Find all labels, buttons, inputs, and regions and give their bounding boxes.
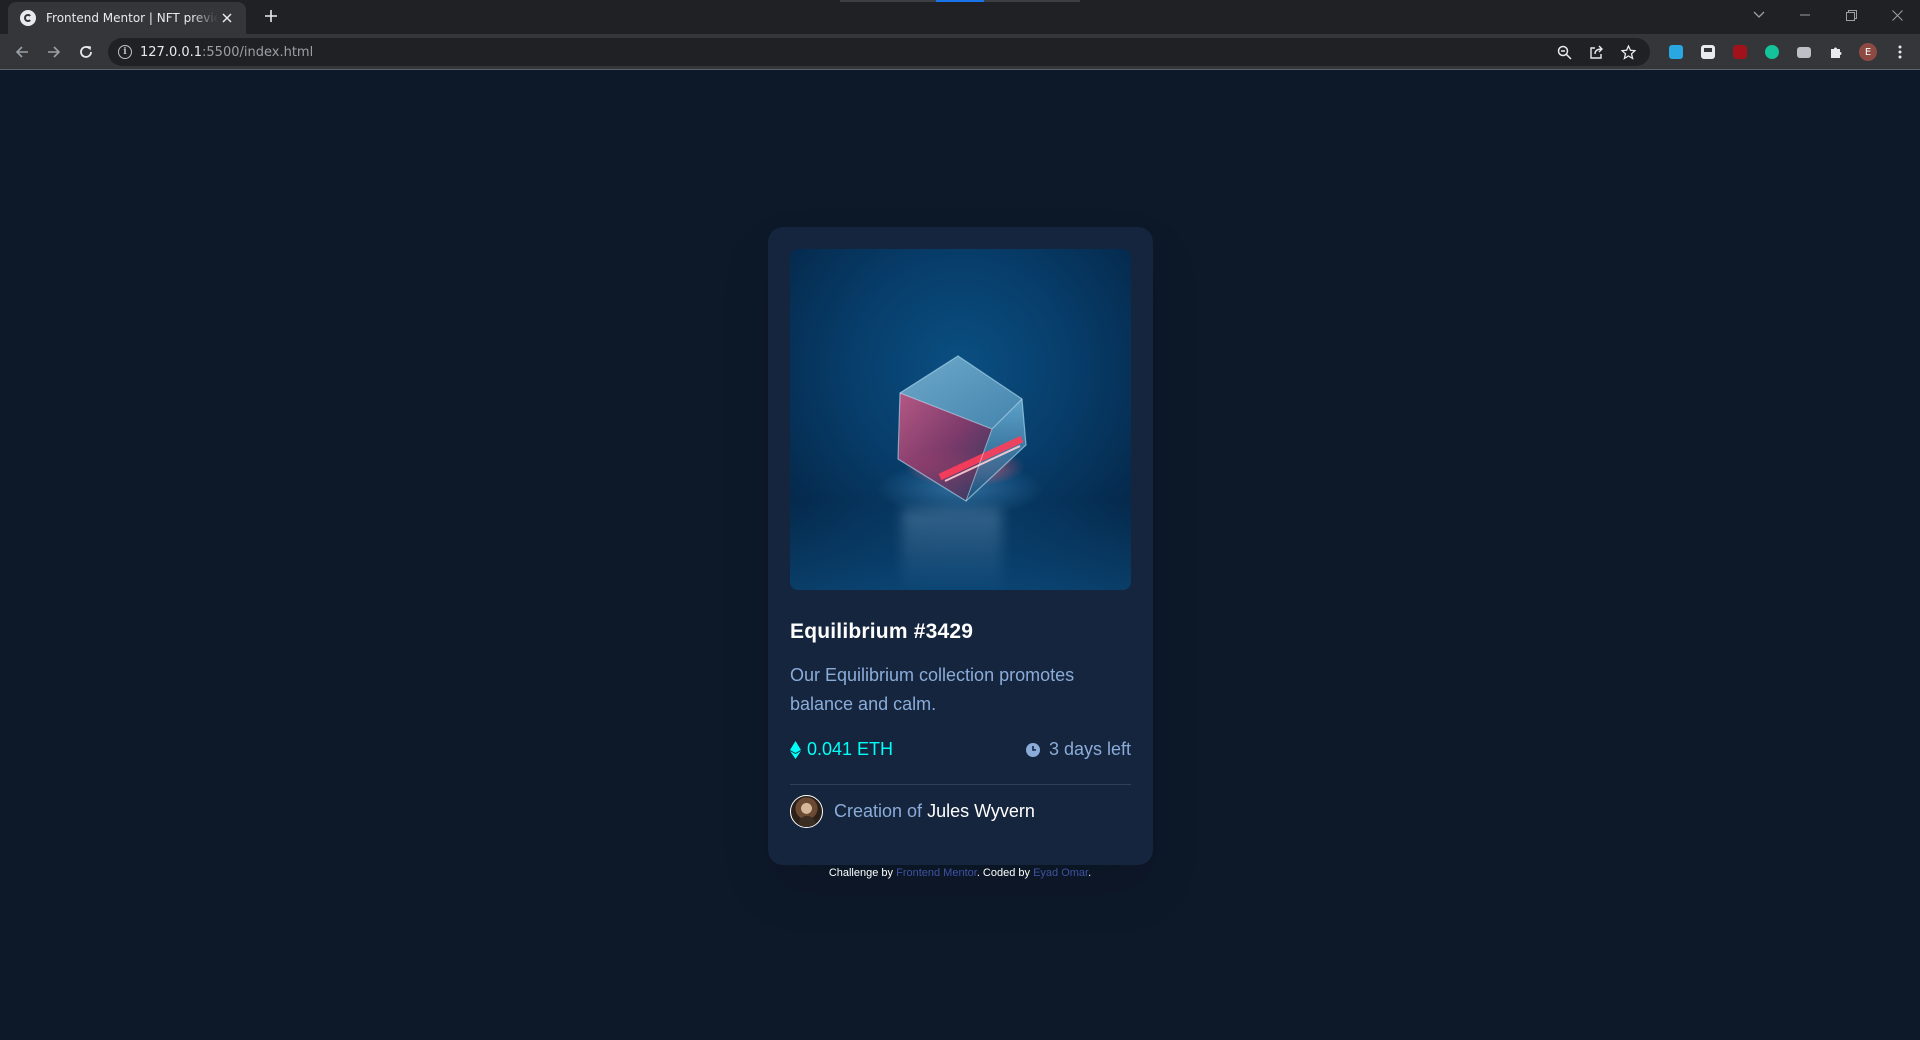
time-left: 3 days left [1025,739,1131,760]
extension-camera-icon[interactable] [1788,38,1820,66]
creator: Creation of Jules Wyvern [790,795,1131,828]
creator-name-link[interactable]: Jules Wyvern [927,801,1035,822]
url-text[interactable]: 127.0.0.1:5500/index.html [140,45,313,60]
browser-tab-bar: Frontend Mentor | NFT preview card compo… [0,0,1920,34]
browser-toolbar: i 127.0.0.1:5500/index.html E [0,34,1920,70]
time-left-value: 3 days left [1048,739,1131,759]
tab-title: Frontend Mentor | NFT preview card compo… [46,11,218,25]
minimize-button[interactable] [1782,0,1828,30]
share-icon[interactable] [1580,38,1612,66]
tab-favicon-icon [20,10,36,26]
creator-avatar [790,795,823,828]
cube-image [897,355,1027,502]
tab-search-indicator [840,0,1080,2]
price: 0.041 ETH [790,739,893,760]
close-window-button[interactable] [1874,0,1920,30]
extensions-puzzle-icon[interactable] [1820,38,1852,66]
tab-search-chevron-icon[interactable] [1736,0,1782,30]
browser-menu-icon[interactable] [1884,38,1916,66]
author-link[interactable]: Eyad Omar [1033,867,1088,879]
site-info-icon[interactable]: i [118,45,132,59]
clock-icon [1025,742,1040,757]
back-button[interactable] [8,38,36,66]
frontend-mentor-link[interactable]: Frontend Mentor [896,867,977,879]
extension-translate-icon[interactable] [1660,38,1692,66]
divider [790,784,1131,785]
nft-title[interactable]: Equilibrium #3429 [790,620,1131,644]
new-tab-button[interactable] [260,6,282,28]
attribution-prefix: Challenge by [828,867,897,879]
restore-button[interactable] [1828,0,1874,30]
nft-stats: 0.041 ETH 3 days left [790,739,1131,760]
extension-grammarly-icon[interactable] [1756,38,1788,66]
tab-close-icon[interactable] [218,9,236,27]
nft-image[interactable] [790,249,1131,590]
ethereum-icon [790,740,801,759]
attribution-suffix: . [1088,867,1092,879]
reload-button[interactable] [72,38,100,66]
zoom-icon[interactable] [1548,38,1580,66]
nft-description: Our Equilibrium collection promotes bala… [790,665,1075,714]
browser-tab[interactable]: Frontend Mentor | NFT preview card compo… [8,2,246,34]
nft-card: Equilibrium #3429 Our Equilibrium collec… [768,227,1153,865]
attribution: Challenge by Frontend Mentor. Coded by E… [0,867,1920,879]
creator-prefix: Creation of [834,801,923,821]
page-content: Equilibrium #3429 Our Equilibrium collec… [0,71,1920,1040]
extension-ublock-icon[interactable] [1724,38,1756,66]
attribution-middle: . Coded by [976,867,1034,879]
extension-window-icon[interactable] [1692,38,1724,66]
profile-avatar[interactable]: E [1852,38,1884,66]
forward-button[interactable] [40,38,68,66]
price-value: 0.041 ETH [807,739,894,759]
address-bar[interactable]: i 127.0.0.1:5500/index.html [108,38,1650,66]
bookmark-star-icon[interactable] [1612,38,1644,66]
